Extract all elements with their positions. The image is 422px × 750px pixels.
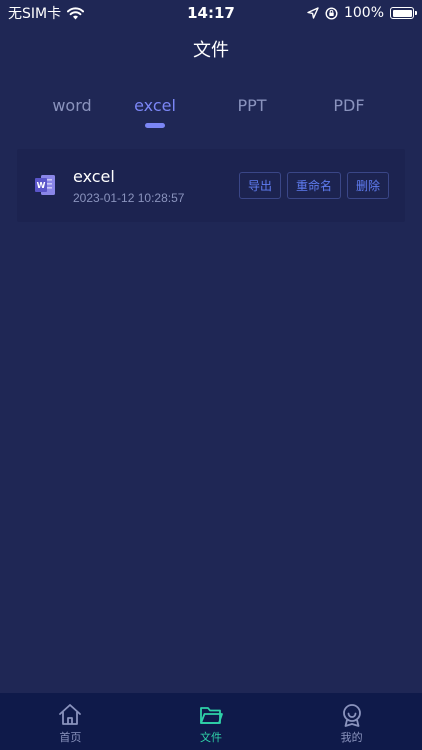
tabbar-label: 我的 — [340, 731, 363, 744]
home-icon — [59, 704, 82, 725]
page-title: 文件 — [193, 40, 229, 61]
tabbar-home[interactable]: 首页 — [0, 693, 141, 750]
tab-label: PDF — [333, 96, 365, 115]
tab-ppt[interactable]: PPT — [207, 96, 297, 115]
tab-pdf[interactable]: PDF — [304, 96, 394, 115]
folder-icon — [200, 707, 223, 724]
file-date: 2023-01-12 10:28:57 — [73, 191, 185, 205]
tab-label: PPT — [237, 96, 267, 115]
delete-button[interactable]: 删除 — [346, 172, 389, 199]
tabbar-label: 文件 — [200, 731, 222, 744]
tab-excel[interactable]: excel — [110, 96, 200, 128]
file-type-tabs: word excel PPT PDF — [0, 96, 422, 136]
file-actions: 导出 重命名 删除 — [238, 172, 389, 199]
location-arrow-icon — [307, 7, 319, 19]
profile-badge-icon — [342, 704, 361, 727]
bottom-tab-bar: 首页 文件 我的 — [0, 693, 422, 750]
status-bar: 无SIM卡 14:17 100% — [0, 0, 422, 26]
tab-word[interactable]: word — [27, 96, 117, 115]
rename-button[interactable]: 重命名 — [286, 172, 341, 199]
file-list-item[interactable]: W excel 2023-01-12 10:28:57 导出 重命名 删除 — [17, 149, 405, 222]
battery-percent: 100% — [343, 5, 384, 21]
word-document-icon: W — [35, 175, 55, 195]
svg-text:W: W — [37, 181, 46, 190]
orientation-lock-icon — [325, 6, 338, 20]
battery-icon — [390, 7, 417, 19]
tabbar-files[interactable]: 文件 — [141, 693, 282, 750]
tab-label: word — [52, 96, 92, 115]
wifi-icon — [67, 6, 85, 19]
carrier-label: 无SIM卡 — [8, 6, 62, 22]
tab-label: excel — [134, 96, 176, 115]
status-left: 无SIM卡 — [8, 3, 85, 23]
file-name: excel — [73, 167, 115, 186]
active-tab-indicator — [145, 123, 165, 128]
export-button[interactable]: 导出 — [238, 172, 281, 199]
tabbar-label: 首页 — [59, 731, 82, 744]
status-right: 100% — [307, 5, 417, 21]
tabbar-mine[interactable]: 我的 — [281, 693, 422, 750]
